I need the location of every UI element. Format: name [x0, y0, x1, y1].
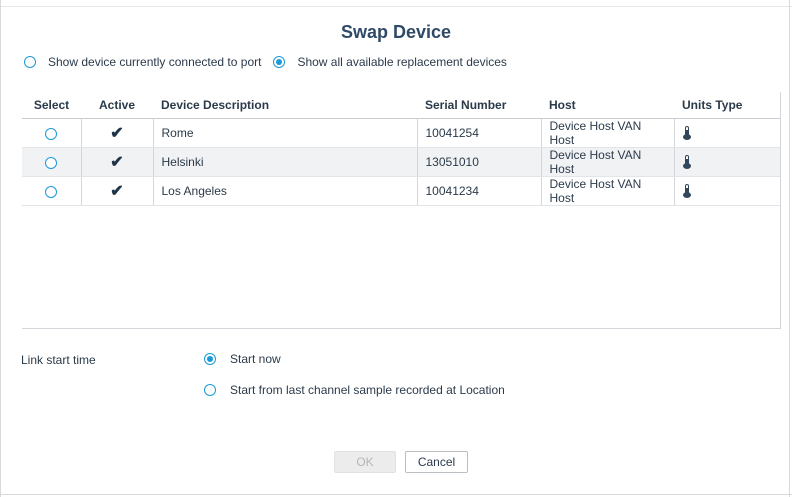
row-select-radio[interactable] [45, 156, 58, 169]
col-header-host[interactable]: Host [541, 92, 674, 119]
dialog-left-border [0, 0, 1, 497]
device-description: Rome [152, 118, 417, 148]
col-header-serial[interactable]: Serial Number [417, 92, 541, 119]
radio-start-now-label[interactable]: Start now [230, 352, 281, 366]
row-select-radio[interactable] [45, 127, 58, 140]
dialog-right-border [789, 0, 790, 497]
col-header-description[interactable]: Device Description [153, 92, 417, 119]
radio-start-now[interactable] [204, 353, 216, 365]
col-header-units[interactable]: Units Type [674, 92, 780, 119]
radio-start-last-sample-label[interactable]: Start from last channel sample recorded … [230, 383, 505, 397]
radio-show-connected[interactable] [24, 56, 36, 68]
dialog-bottom-border [0, 494, 792, 495]
thermometer-icon [682, 184, 691, 199]
host-name: Device Host VAN Host [540, 147, 674, 177]
active-check-icon: ✔ [110, 125, 124, 142]
radio-start-last-sample[interactable] [204, 384, 216, 396]
table-header-row: Select Active Device Description Serial … [22, 92, 780, 119]
radio-show-all[interactable] [273, 56, 286, 68]
radio-show-all-label[interactable]: Show all available replacement devices [297, 55, 506, 69]
col-header-select[interactable]: Select [22, 92, 81, 119]
table-row[interactable]: ✔ Helsinki 13051010 Device Host VAN Host [22, 147, 780, 177]
table-row[interactable]: ✔ Rome 10041254 Device Host VAN Host [22, 118, 780, 148]
ok-button[interactable]: OK [334, 451, 396, 473]
active-check-icon: ✔ [110, 154, 124, 171]
serial-number: 10041234 [416, 176, 541, 206]
row-select-radio[interactable] [45, 185, 58, 198]
link-start-time-label: Link start time [21, 353, 96, 367]
start-last-sample-option: Start from last channel sample recorded … [204, 382, 505, 398]
thermometer-icon [682, 155, 691, 170]
serial-number: 13051010 [416, 147, 541, 177]
device-filter-row: Show device currently connected to port … [24, 54, 507, 70]
start-now-option: Start now [204, 351, 281, 367]
radio-show-connected-label[interactable]: Show device currently connected to port [48, 55, 261, 69]
thermometer-icon [682, 126, 691, 141]
serial-number: 10041254 [416, 118, 541, 148]
device-description: Helsinki [152, 147, 417, 177]
devices-table: Select Active Device Description Serial … [22, 92, 781, 329]
active-check-icon: ✔ [110, 183, 124, 200]
device-description: Los Angeles [152, 176, 417, 206]
host-name: Device Host VAN Host [540, 118, 674, 148]
background-panel-edge [0, 0, 792, 7]
table-row[interactable]: ✔ Los Angeles 10041234 Device Host VAN H… [22, 176, 780, 206]
host-name: Device Host VAN Host [540, 176, 674, 206]
col-header-active[interactable]: Active [81, 92, 153, 119]
dialog-title: Swap Device [340, 22, 452, 42]
cancel-button[interactable]: Cancel [405, 451, 468, 473]
